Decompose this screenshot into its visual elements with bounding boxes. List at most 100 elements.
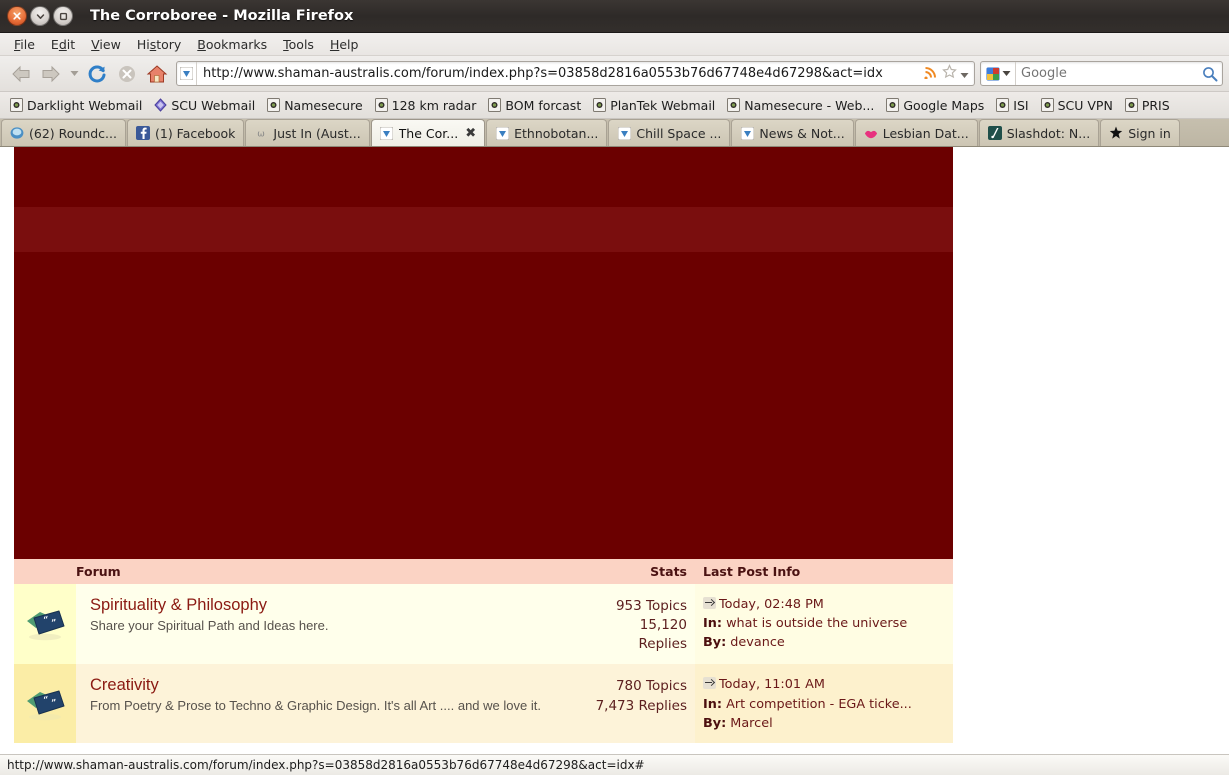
last-post-topic-line: In: Art competition - EGA ticke... [703,695,945,714]
url-bar[interactable]: http://www.shaman-australis.com/forum/in… [176,61,975,86]
abc-news-icon: ѡ [254,126,268,140]
topics-count: 953 Topics [615,598,687,614]
goto-last-post-icon[interactable] [703,677,716,690]
rss-feed-icon[interactable] [924,64,939,83]
forum-banner-stripe [14,207,953,252]
generic-page-icon [727,98,741,112]
history-dropdown-icon[interactable] [66,60,82,88]
tab-chill-space[interactable]: Chill Space ... [608,119,731,146]
bookmark-label: SCU VPN [1057,97,1113,113]
header-stats: Stats [650,564,687,579]
search-engine-selector[interactable] [981,62,1016,85]
last-post-topic-line: In: what is outside the universe [703,614,945,633]
forum-stats-cell: 953 Topics 15,120 Replies [585,584,695,664]
forum-title-cell: Spirituality & Philosophy Share your Spi… [76,584,585,664]
menu-bookmarks[interactable]: Bookmarks [189,35,275,54]
forum-description: Share your Spiritual Path and Ideas here… [90,618,329,633]
bookmark-plantek-webmail[interactable]: PlanTek Webmail [587,96,721,115]
bookmark-star-icon[interactable] [942,64,957,83]
navigation-toolbar: http://www.shaman-australis.com/forum/in… [0,56,1229,92]
menu-tools[interactable]: Tools [275,35,322,54]
tab-lesbian-dating[interactable]: Lesbian Dat... [854,119,978,146]
tab-bar: (62) Roundc... (1) Facebook ѡ Just In (A… [0,119,1229,147]
bookmark-namesecure-web[interactable]: Namesecure - Web... [721,96,880,115]
last-post-time: Today, 11:01 AM [719,677,825,693]
forum-banner-bottom [14,252,953,559]
tab-ethnobotany[interactable]: Ethnobotan... [486,119,608,146]
tab-news-and-notices[interactable]: News & Not... [731,119,854,146]
window-title: The Corroboree - Mozilla Firefox [90,8,354,24]
bookmark-bom-forcast[interactable]: BOM forcast [482,96,587,115]
last-post-topic[interactable]: Art competition - EGA ticke... [726,697,912,712]
tab-label: (62) Roundc... [29,125,117,141]
forum-icon-cell: “ ” [14,584,76,665]
maximize-button[interactable] [53,6,73,26]
forum-table-header: Forum Stats Last Post Info [14,559,953,584]
forum-title-link[interactable]: Creativity [90,676,571,695]
menu-view[interactable]: View [83,35,129,54]
status-url: http://www.shaman-australis.com/forum/in… [7,758,645,772]
page-viewport: Forum Stats Last Post Info “ ” Spiritual… [0,147,1229,749]
tab-sign-in[interactable]: Sign in [1100,119,1180,146]
home-icon[interactable] [142,60,172,88]
menu-file[interactable]: File [6,35,43,54]
forum-stats-cell: 780 Topics 7,473 Replies [585,664,695,743]
bookmark-label: Darklight Webmail [27,97,143,113]
last-post-by-label: By: [703,715,727,731]
last-post-author-line: By: Marcel [703,714,945,733]
tab-roundcube[interactable]: (62) Roundc... [1,119,126,146]
last-post-author[interactable]: Marcel [730,716,772,731]
stop-icon[interactable] [112,60,142,88]
window-controls [7,6,73,26]
bookmark-scu-webmail[interactable]: SCU Webmail [148,96,261,115]
star-icon [1109,126,1123,140]
bookmark-pris[interactable]: PRIS [1119,96,1176,115]
goto-last-post-icon[interactable] [703,597,716,609]
bookmark-scu-vpn[interactable]: SCU VPN [1035,96,1119,115]
header-forum: Forum [76,564,121,579]
last-post-in-label: In: [703,696,722,712]
search-bar[interactable] [980,61,1223,86]
tab-close-icon[interactable]: ✖ [465,127,476,140]
minimize-button[interactable] [30,6,50,26]
menu-bar: File Edit View History Bookmarks Tools H… [0,33,1229,56]
generic-page-icon [488,98,502,112]
corroboree-icon [740,126,754,140]
roundcube-icon [10,126,24,140]
forward-arrow-icon[interactable] [36,60,66,88]
menu-history[interactable]: History [129,35,189,54]
url-dropdown-icon[interactable] [960,64,969,83]
reload-icon[interactable] [82,60,112,88]
tab-just-in[interactable]: ѡ Just In (Aust... [245,119,370,146]
google-icon [986,67,1000,80]
last-post-in-label: In: [703,616,722,632]
bookmark-128-km-radar[interactable]: 128 km radar [369,96,483,115]
back-arrow-icon[interactable] [6,60,36,88]
menu-help[interactable]: Help [322,35,367,54]
tab-slashdot[interactable]: Slashdot: N... [978,119,1100,146]
replies-count: 15,120 Replies [638,617,688,653]
tab-label: Slashdot: N... [1006,125,1091,141]
forum-icon-cell: “ ” [14,664,76,744]
menu-edit[interactable]: Edit [43,35,83,54]
bookmark-label: PRIS [1141,97,1170,113]
last-post-topic[interactable]: what is outside the universe [726,616,907,631]
bookmark-namesecure[interactable]: Namesecure [261,96,368,115]
site-favicon [177,62,197,85]
search-magnifier-icon[interactable] [1198,66,1222,82]
close-button[interactable] [7,6,27,26]
tab-facebook[interactable]: (1) Facebook [126,119,245,146]
search-input[interactable] [1016,66,1198,81]
bookmark-darklight-webmail[interactable]: Darklight Webmail [4,96,148,115]
last-post-author[interactable]: devance [730,635,784,650]
url-input[interactable]: http://www.shaman-australis.com/forum/in… [197,66,924,81]
diamond-icon [154,98,168,112]
tab-label: Chill Space ... [636,125,722,141]
tab-the-corroboree[interactable]: The Cor... ✖ [370,119,486,146]
bookmark-label: 128 km radar [391,97,477,113]
forum-title-link[interactable]: Spirituality & Philosophy [90,596,571,615]
bookmark-isi[interactable]: ISI [990,96,1034,115]
bookmark-google-maps[interactable]: Google Maps [880,96,990,115]
topics-count: 780 Topics [615,678,687,695]
forum-folder-icon: “ ” [23,606,67,642]
